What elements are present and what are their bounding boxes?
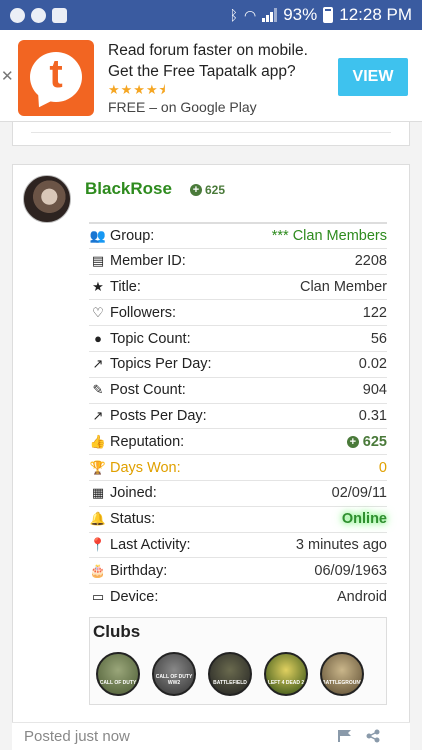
club-battlegrounds[interactable]: BATTLEGROUNDS — [320, 652, 364, 696]
info-row-member-id: ▤ Member ID: 2208 — [89, 247, 387, 274]
star-icon: ★ — [92, 278, 104, 294]
plus-circle-icon: + — [346, 435, 359, 448]
cake-icon: 🎂 — [89, 562, 107, 578]
id-card-icon: ▤ — [91, 253, 105, 269]
info-row-posts-per-day: ↗ Posts Per Day: 0.31 — [89, 402, 387, 429]
report-flag-icon[interactable] — [338, 730, 352, 742]
post-footer: Posted just now — [12, 722, 410, 750]
author-name[interactable]: BlackRose — [85, 179, 172, 199]
edit-icon: ✎ — [92, 382, 104, 398]
ad-line-2: Get the Free Tapatalk app? — [108, 63, 296, 80]
battery-percent: 93% — [283, 5, 318, 24]
battery-icon — [323, 7, 334, 23]
chart-icon: ↗ — [92, 407, 104, 423]
notification-icons — [10, 7, 67, 23]
clubs-title: Clubs — [93, 622, 141, 641]
signal-icon — [262, 8, 278, 22]
ad-text: Read forum faster on mobile. Get the Fre… — [108, 40, 308, 118]
posted-time: Posted just now — [24, 728, 130, 745]
info-row-reputation: 👍 Reputation: +625 — [89, 428, 387, 454]
author-info-list: 👥 Group: *** Clan Members ▤ Member ID: 2… — [89, 222, 387, 609]
cbc-icon — [10, 7, 25, 23]
calendar-icon: ▦ — [91, 485, 105, 501]
bluetooth-icon: ᛒ — [229, 7, 238, 23]
facebook-icon — [52, 7, 67, 23]
wifi-icon: ◠ — [243, 6, 257, 23]
club-left-4-dead-2[interactable]: LEFT 4 DEAD 2 — [264, 652, 308, 696]
info-row-topic-count: ● Topic Count: 56 — [89, 325, 387, 351]
status-bar: ᛒ ◠ 93% 12:28 PM — [0, 0, 422, 30]
info-row-birthday: 🎂 Birthday: 06/09/1963 — [89, 557, 387, 583]
system-icons: ᛒ ◠ 93% 12:28 PM — [230, 5, 412, 25]
club-battlefield[interactable]: BATTLEFIELD — [208, 652, 252, 696]
info-row-last-activity: 📍 Last Activity: 3 minutes ago — [89, 531, 387, 558]
info-row-group: 👥 Group: *** Clan Members — [89, 222, 387, 248]
info-row-followers: ♡ Followers: 122 — [89, 299, 387, 325]
club-call-of-duty-ww2[interactable]: CALL OF DUTY WW2 — [152, 652, 196, 696]
previous-post-bottom — [12, 122, 410, 146]
info-row-days-won: 🏆 Days Won: 0 — [89, 454, 387, 480]
clubs-section: Clubs CALL OF DUTY CALL OF DUTY WW2 BATT… — [89, 617, 387, 705]
rating-stars: ★★★★⯨ — [108, 82, 167, 97]
club-call-of-duty[interactable]: CALL OF DUTY — [96, 652, 140, 696]
info-row-post-count: ✎ Post Count: 904 — [89, 376, 387, 403]
chart-icon: ↗ — [92, 356, 104, 372]
cbc-icon-2 — [31, 7, 46, 23]
info-row-topics-per-day: ↗ Topics Per Day: 0.02 — [89, 350, 387, 377]
tapatalk-logo: t — [18, 40, 94, 116]
author-reputation: + 625 — [190, 183, 225, 197]
thumbs-up-icon: 👍 — [89, 433, 107, 449]
info-row-device: ▭ Device: Android — [89, 583, 387, 609]
avatar[interactable] — [23, 175, 71, 223]
comments-icon: ● — [94, 331, 102, 347]
trophy-icon: 🏆 — [89, 459, 107, 475]
post-card: BlackRose + 625 👥 Group: *** Clan Member… — [12, 164, 410, 750]
ad-line-1: Read forum faster on mobile. — [108, 42, 308, 59]
ad-line-3: FREE – on Google Play — [108, 99, 257, 115]
view-button[interactable]: VIEW — [338, 58, 408, 96]
group-icon: 👥 — [89, 227, 107, 243]
laptop-icon: ▭ — [91, 588, 105, 604]
close-ad-icon[interactable]: ✕ — [1, 67, 14, 85]
info-row-joined: ▦ Joined: 02/09/11 — [89, 479, 387, 506]
plus-circle-icon: + — [190, 184, 202, 196]
clock: 12:28 PM — [339, 5, 412, 24]
info-row-status: 🔔 Status: Online — [89, 505, 387, 532]
club-list: CALL OF DUTY CALL OF DUTY WW2 BATTLEFIEL… — [96, 652, 364, 696]
bell-icon: 🔔 — [89, 511, 107, 527]
status-badge: Online — [341, 511, 387, 528]
heart-icon: ♡ — [92, 304, 104, 320]
share-icon[interactable] — [366, 729, 380, 743]
tapatalk-ad-banner[interactable]: ✕ t Read forum faster on mobile. Get the… — [0, 30, 422, 122]
map-marker-icon: 📍 — [89, 536, 107, 552]
info-row-title: ★ Title: Clan Member — [89, 273, 387, 300]
